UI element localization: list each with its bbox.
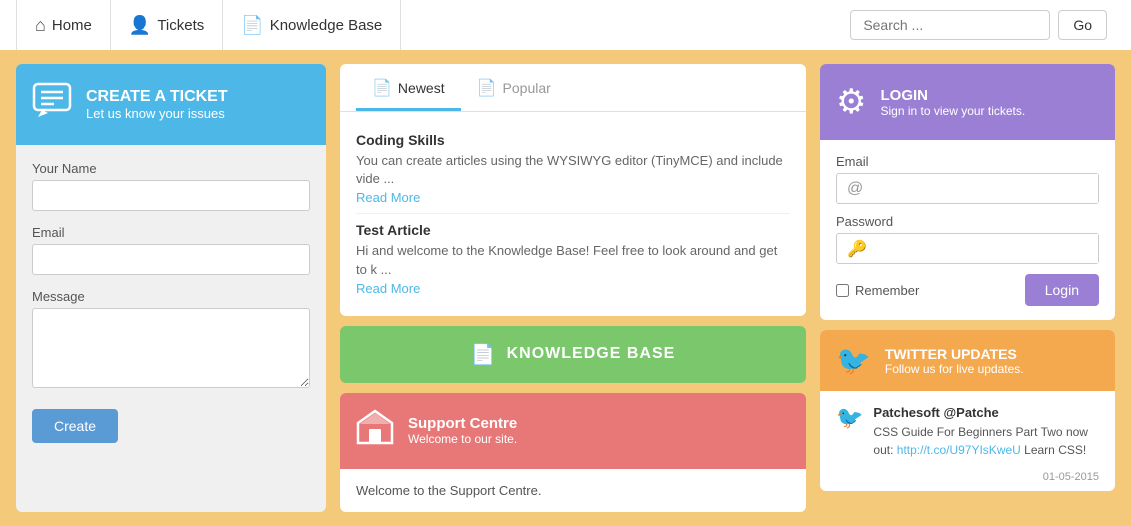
- login-header: ⚙ LOGIN Sign in to view your tickets.: [820, 64, 1115, 140]
- knowledge-base-button[interactable]: 📄 KNOWLEDGE BASE: [340, 326, 806, 383]
- name-input[interactable]: [32, 180, 310, 211]
- article-excerpt-1: Hi and welcome to the Knowledge Base! Fe…: [356, 242, 790, 278]
- nav-tickets-label: Tickets: [157, 17, 204, 34]
- message-field-group: Message: [32, 289, 310, 391]
- tweet-link[interactable]: http://t.co/U97YIsKweU: [897, 443, 1021, 457]
- remember-label: Remember: [855, 283, 919, 298]
- name-field-group: Your Name: [32, 161, 310, 211]
- twitter-body-icon: 🐦: [836, 405, 863, 459]
- password-input-wrap: 🔑: [836, 233, 1099, 264]
- article-title-1: Test Article: [356, 222, 790, 238]
- nav-home-label: Home: [52, 17, 92, 34]
- support-card: Support Centre Welcome to our site. Welc…: [340, 393, 806, 512]
- create-ticket-panel: CREATE A TICKET Let us know your issues …: [16, 64, 326, 512]
- article-excerpt-0: You can create articles using the WYSIWY…: [356, 152, 790, 188]
- navbar: ⌂ Home 👤 Tickets 📄 Knowledge Base Go: [0, 0, 1131, 50]
- search-input[interactable]: [850, 10, 1050, 40]
- email-input[interactable]: [32, 244, 310, 275]
- search-bar: Go: [850, 10, 1107, 40]
- support-header: Support Centre Welcome to our site.: [340, 393, 806, 469]
- tab-newest[interactable]: 📄 Newest: [356, 64, 461, 111]
- create-button[interactable]: Create: [32, 409, 118, 443]
- twitter-subtitle: Follow us for live updates.: [885, 362, 1024, 376]
- twitter-header-text: TWITTER UPDATES Follow us for live updat…: [885, 346, 1024, 376]
- support-title: Support Centre: [408, 415, 517, 432]
- newest-icon: 📄: [372, 78, 392, 98]
- message-label: Message: [32, 289, 310, 304]
- login-form: Email @ Password 🔑 Remember Login: [820, 140, 1115, 320]
- twitter-icon: 🐦: [836, 344, 871, 377]
- gear-icon: ⚙: [836, 82, 866, 122]
- kb-button-label: KNOWLEDGE BASE: [507, 345, 676, 363]
- home-icon: ⌂: [35, 15, 46, 36]
- name-label: Your Name: [32, 161, 310, 176]
- read-more-0[interactable]: Read More: [356, 190, 790, 205]
- email-field-group: Email: [32, 225, 310, 275]
- email-input-wrap: @: [836, 173, 1099, 204]
- support-icon: [356, 409, 394, 453]
- nav-knowledge-base[interactable]: 📄 Knowledge Base: [223, 0, 401, 50]
- twitter-title: TWITTER UPDATES: [885, 346, 1024, 362]
- login-title: LOGIN: [880, 87, 1025, 104]
- support-body: Welcome to the Support Centre.: [340, 469, 806, 512]
- tab-popular-label: Popular: [503, 80, 551, 96]
- articles-tabs: 📄 Newest 📄 Popular: [340, 64, 806, 112]
- kb-icon: 📄: [471, 342, 497, 367]
- articles-card: 📄 Newest 📄 Popular Coding Skills You can…: [340, 64, 806, 316]
- login-header-text: LOGIN Sign in to view your tickets.: [880, 87, 1025, 118]
- tweet-user: Patchesoft @Patche: [873, 405, 998, 420]
- support-body-text: Welcome to the Support Centre.: [356, 483, 541, 498]
- login-email-label: Email: [836, 154, 1099, 169]
- middle-panel: 📄 Newest 📄 Popular Coding Skills You can…: [340, 64, 806, 512]
- twitter-header: 🐦 TWITTER UPDATES Follow us for live upd…: [820, 330, 1115, 391]
- article-title-0: Coding Skills: [356, 132, 790, 148]
- tweet-link-suffix: Learn CSS!: [1021, 443, 1086, 457]
- main-content: CREATE A TICKET Let us know your issues …: [0, 50, 1131, 526]
- twitter-card: 🐦 TWITTER UPDATES Follow us for live upd…: [820, 330, 1115, 491]
- read-more-1[interactable]: Read More: [356, 281, 790, 296]
- login-subtitle: Sign in to view your tickets.: [880, 104, 1025, 118]
- twitter-body: 🐦 Patchesoft @Patche CSS Guide For Begin…: [820, 391, 1115, 471]
- twitter-content: Patchesoft @Patche CSS Guide For Beginne…: [873, 403, 1099, 459]
- nav-tickets[interactable]: 👤 Tickets: [111, 0, 223, 50]
- tweet-date: 01-05-2015: [820, 471, 1115, 491]
- nav-kb-label: Knowledge Base: [270, 17, 383, 34]
- ticket-subtitle: Let us know your issues: [86, 106, 228, 121]
- ticket-header: CREATE A TICKET Let us know your issues: [16, 64, 326, 145]
- login-password-input[interactable]: [877, 234, 1098, 263]
- remember-wrap: Remember: [836, 283, 919, 298]
- list-item: Test Article Hi and welcome to the Knowl…: [356, 214, 790, 303]
- remember-checkbox[interactable]: [836, 284, 849, 297]
- at-icon: @: [837, 180, 873, 198]
- login-footer: Remember Login: [836, 274, 1099, 306]
- login-password-label: Password: [836, 214, 1099, 229]
- message-input[interactable]: [32, 308, 310, 388]
- email-label: Email: [32, 225, 310, 240]
- right-panel: ⚙ LOGIN Sign in to view your tickets. Em…: [820, 64, 1115, 512]
- user-icon: 👤: [129, 15, 151, 36]
- articles-list: Coding Skills You can create articles us…: [340, 112, 806, 316]
- tab-popular[interactable]: 📄 Popular: [461, 64, 567, 111]
- ticket-title: CREATE A TICKET: [86, 88, 228, 106]
- login-email-input[interactable]: [873, 174, 1098, 203]
- go-button[interactable]: Go: [1058, 10, 1107, 40]
- support-header-text: Support Centre Welcome to our site.: [408, 415, 517, 446]
- ticket-icon: [32, 82, 72, 127]
- ticket-form: Your Name Email Message Create: [16, 145, 326, 459]
- popular-icon: 📄: [477, 78, 497, 98]
- support-subtitle: Welcome to our site.: [408, 432, 517, 446]
- nav-home[interactable]: ⌂ Home: [16, 0, 111, 50]
- login-button[interactable]: Login: [1025, 274, 1099, 306]
- login-card: ⚙ LOGIN Sign in to view your tickets. Em…: [820, 64, 1115, 320]
- list-item: Coding Skills You can create articles us…: [356, 124, 790, 214]
- ticket-header-text: CREATE A TICKET Let us know your issues: [86, 88, 228, 121]
- tab-newest-label: Newest: [398, 80, 445, 96]
- doc-icon: 📄: [241, 15, 263, 36]
- lock-icon: 🔑: [837, 239, 877, 259]
